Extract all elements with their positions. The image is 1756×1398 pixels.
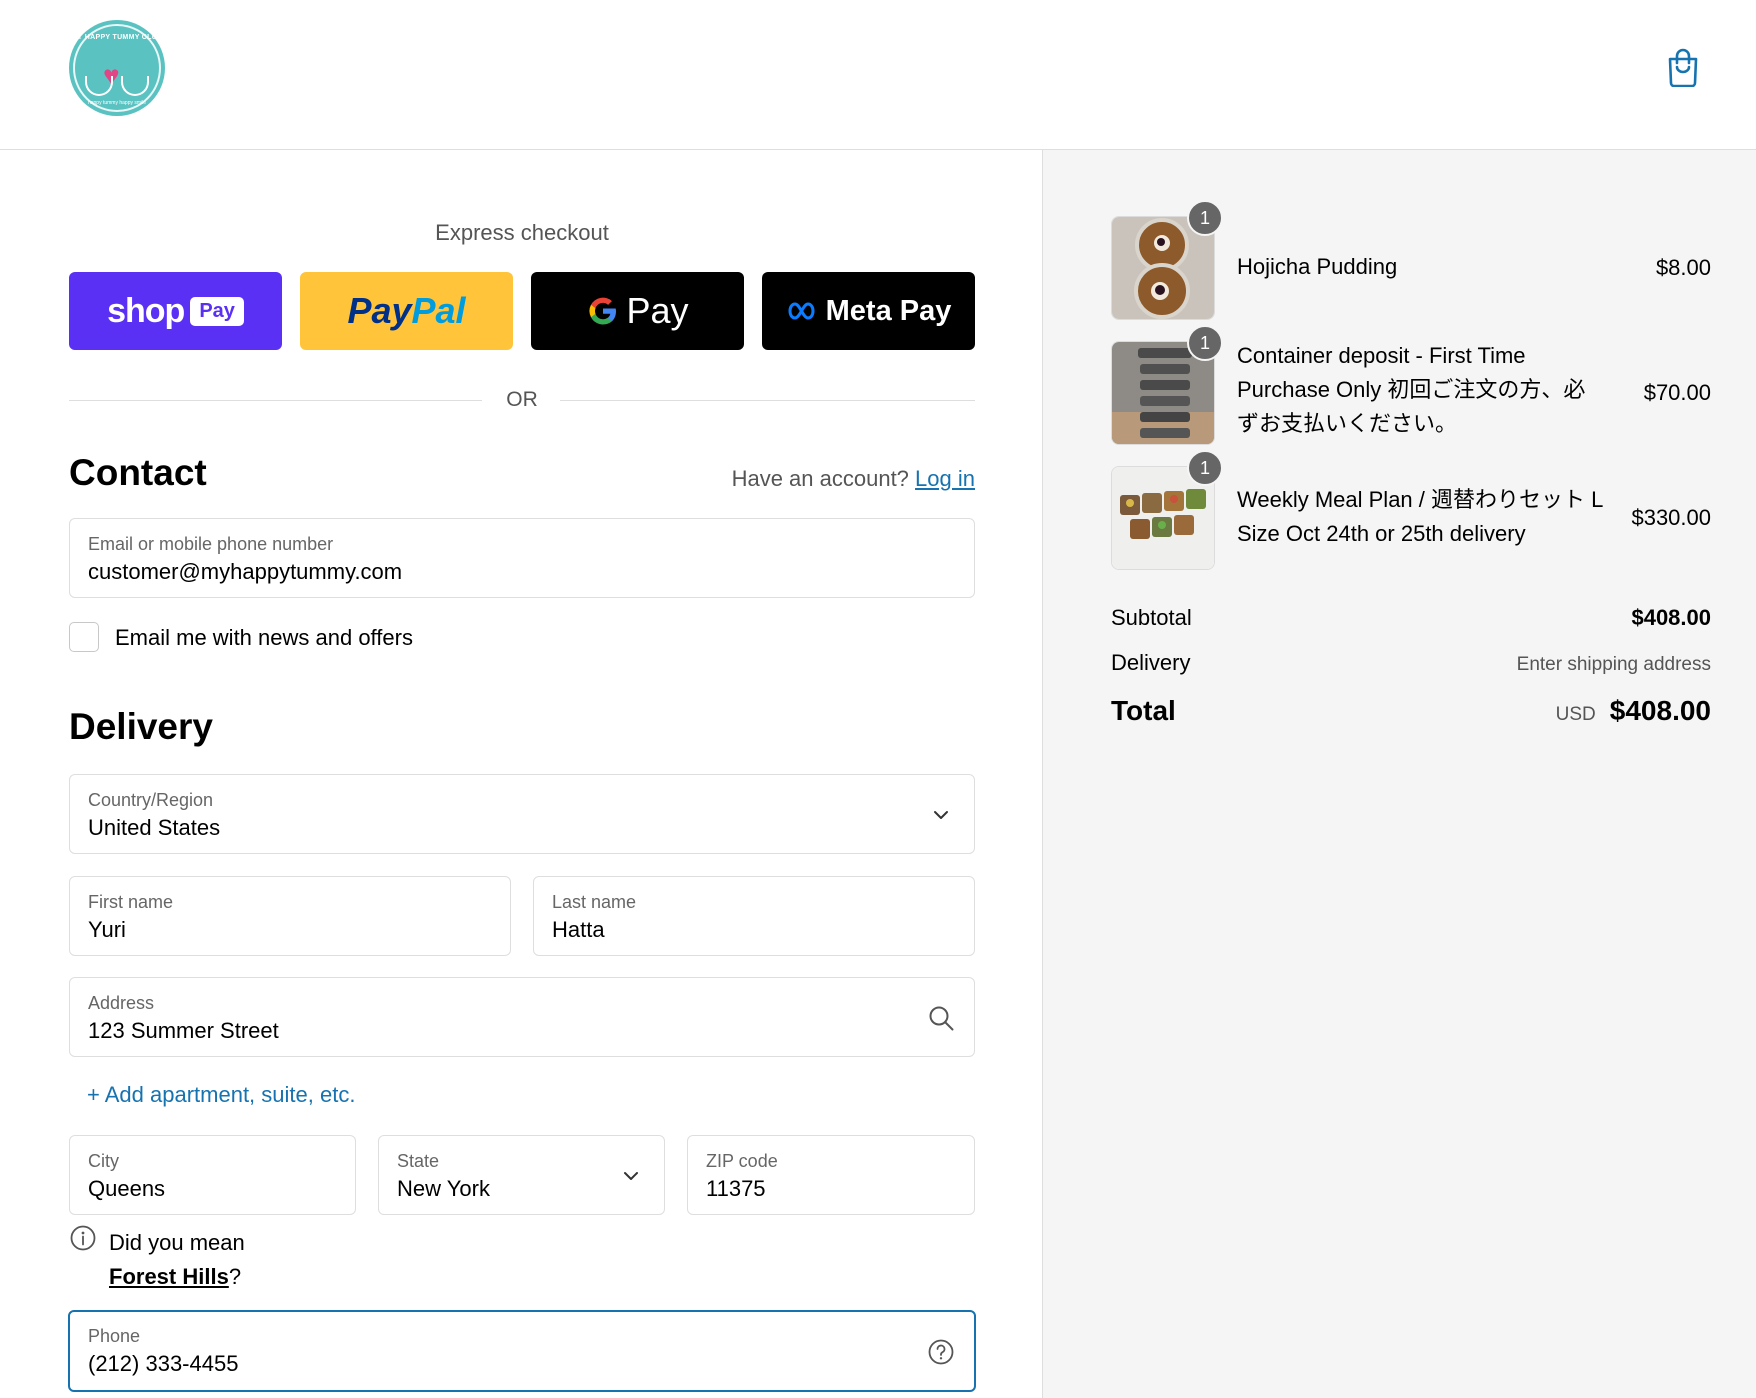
first-name-value[interactable]: Yuri	[88, 917, 126, 943]
suggestion-link[interactable]: Forest Hills	[109, 1264, 229, 1289]
zip-field[interactable]: ZIP code 11375	[687, 1135, 975, 1215]
delivery-value: Enter shipping address	[1516, 654, 1711, 675]
checkout-form: Express checkout shop Pay Pay Pal Pay Met…	[0, 150, 1042, 1398]
quantity-badge: 1	[1187, 325, 1223, 361]
or-label: OR	[506, 388, 538, 411]
meta-pay-button[interactable]: Meta Pay	[762, 272, 975, 350]
shop-pay-wordmark: shop	[107, 291, 185, 330]
delivery-label: Delivery	[1111, 650, 1191, 675]
google-pay-button[interactable]: Pay	[531, 272, 744, 350]
zip-label: ZIP code	[706, 1151, 778, 1171]
delivery-row: Delivery Enter shipping address	[1111, 650, 1711, 676]
search-icon[interactable]	[926, 1003, 956, 1033]
address-field[interactable]: Address 123 Summer Street	[69, 977, 975, 1057]
item-name: Weekly Meal Plan / 週替わりセット L Size Oct 24…	[1237, 487, 1603, 546]
account-prompt: Have an account? Log in	[732, 466, 975, 492]
add-apartment-link[interactable]: + Add apartment, suite, etc.	[87, 1082, 355, 1108]
account-prompt-text: Have an account?	[731, 466, 909, 491]
phone-value[interactable]: (212) 333-4455	[88, 1351, 238, 1377]
store-logo[interactable]: MY HAPPY TUMMY CLUB ♥ happy tummy happy …	[69, 20, 165, 116]
google-pay-label: Pay	[626, 290, 689, 331]
item-name: Container deposit - First Time Purchase …	[1237, 343, 1586, 436]
item-name: Hojicha Pudding	[1237, 254, 1398, 279]
contact-title: Contact	[69, 452, 207, 493]
first-name-label: First name	[88, 892, 174, 912]
order-summary: 1 Hojicha Pudding $8.00 1 Container depo…	[1042, 150, 1756, 1398]
info-icon	[70, 1225, 96, 1251]
last-name-value[interactable]: Hatta	[552, 917, 605, 943]
country-label: Country/Region	[88, 790, 214, 810]
first-name-field[interactable]: First name Yuri	[69, 876, 511, 956]
city-label: City	[88, 1151, 119, 1171]
country-value: United States	[88, 815, 221, 840]
suggestion-suffix: ?	[228, 1264, 242, 1289]
country-select[interactable]: Country/Region United States	[69, 774, 975, 854]
total-label: Total	[1111, 695, 1176, 726]
line-item: 1 Hojicha Pudding $8.00	[1111, 200, 1711, 320]
chevron-down-icon	[624, 1172, 638, 1180]
quantity-badge: 1	[1187, 200, 1223, 236]
paypal-button[interactable]: Pay Pal	[300, 272, 513, 350]
item-price: $330.00	[1631, 505, 1711, 530]
subtotal-label: Subtotal	[1111, 605, 1192, 630]
total-value: $408.00	[1609, 695, 1711, 726]
delivery-title: Delivery	[69, 706, 213, 747]
help-icon[interactable]	[926, 1337, 956, 1367]
paypal-wordmark-b: Pal	[411, 290, 466, 331]
or-divider: OR	[69, 382, 975, 418]
logo-subtext: happy tummy happy smile	[87, 100, 147, 106]
address-label: Address	[88, 993, 155, 1013]
phone-label: Phone	[88, 1326, 141, 1346]
state-label: State	[397, 1151, 440, 1171]
subtotal-value: $408.00	[1631, 605, 1711, 630]
line-item: 1 Container deposit - First Time Purchas…	[1111, 325, 1711, 445]
item-price: $70.00	[1643, 380, 1711, 405]
google-g-icon	[589, 297, 617, 325]
shop-pay-badge: Pay	[190, 296, 244, 326]
city-value[interactable]: Queens	[88, 1176, 165, 1202]
newsletter-checkbox[interactable]	[69, 622, 99, 652]
line-item: 1 Weekly Meal Plan / 週替わりセット L Size Oct …	[1111, 450, 1711, 570]
shop-pay-button[interactable]: shop Pay	[69, 272, 282, 350]
newsletter-label: Email me with news and offers	[115, 625, 413, 650]
city-field[interactable]: City Queens	[69, 1135, 356, 1215]
meta-pay-label: Meta Pay	[825, 294, 952, 327]
meta-infinity-icon	[788, 302, 815, 320]
logo-text: MY HAPPY TUMMY CLUB	[71, 34, 163, 41]
last-name-label: Last name	[552, 892, 637, 912]
header: MY HAPPY TUMMY CLUB ♥ happy tummy happy …	[0, 0, 1756, 150]
last-name-field[interactable]: Last name Hatta	[533, 876, 975, 956]
express-checkout-title: Express checkout	[435, 220, 609, 245]
phone-field[interactable]: Phone (212) 333-4455	[68, 1310, 976, 1392]
state-select[interactable]: State New York	[378, 1135, 665, 1215]
paypal-wordmark-a: Pay	[347, 290, 412, 331]
shopping-bag-icon[interactable]	[1666, 47, 1700, 87]
email-field[interactable]: Email or mobile phone number customer@my…	[69, 518, 975, 598]
suggestion-prefix: Did you mean	[109, 1230, 245, 1255]
total-currency: USD	[1555, 704, 1596, 725]
zip-value[interactable]: 11375	[706, 1176, 766, 1202]
total-row: Total USD $408.00	[1111, 695, 1711, 727]
quantity-badge: 1	[1187, 450, 1223, 486]
email-field-label: Email or mobile phone number	[88, 534, 334, 554]
login-link[interactable]: Log in	[915, 466, 975, 491]
address-suggestion: Did you mean Forest Hills?	[109, 1226, 245, 1294]
state-value: New York	[397, 1176, 490, 1201]
subtotal-row: Subtotal $408.00	[1111, 605, 1711, 631]
address-value[interactable]: 123 Summer Street	[88, 1018, 279, 1044]
email-field-value[interactable]: customer@myhappytummy.com	[88, 559, 402, 585]
chevron-down-icon	[934, 811, 948, 819]
item-price: $8.00	[1655, 255, 1711, 280]
